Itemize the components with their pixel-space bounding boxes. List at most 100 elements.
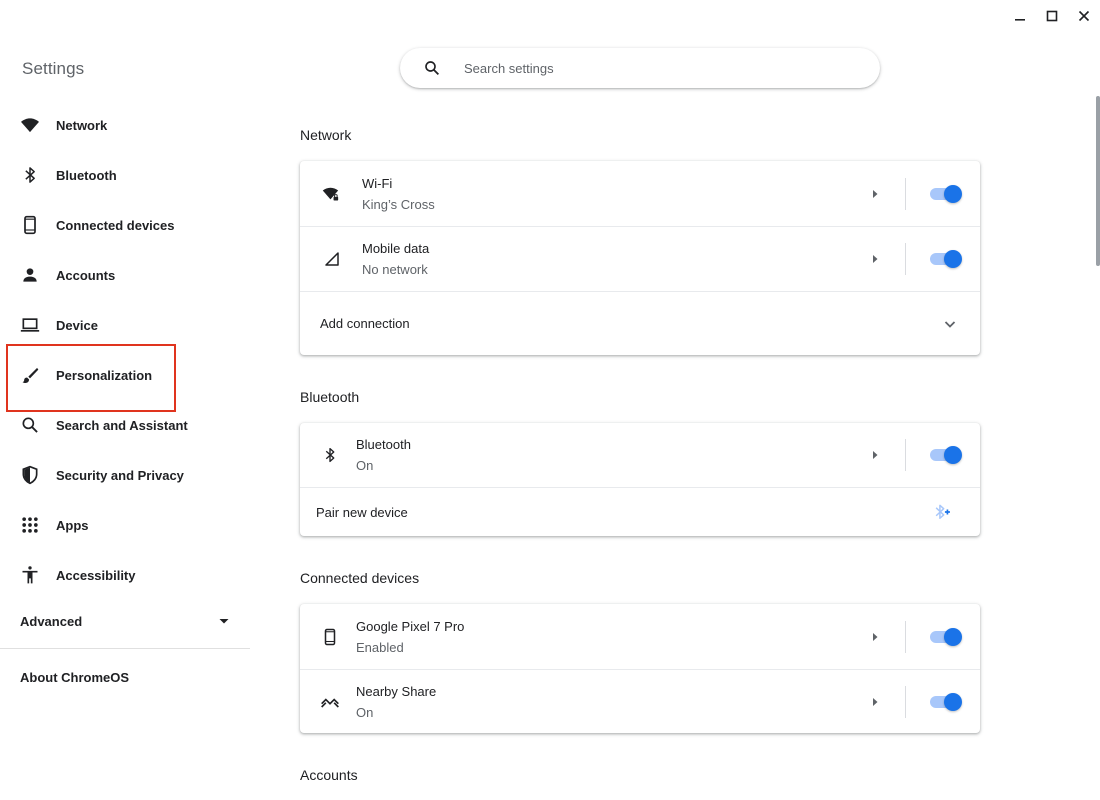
laptop-icon (20, 315, 40, 335)
row-separator (905, 177, 906, 210)
sidebar-item-accounts[interactable]: Accounts (0, 250, 250, 300)
sidebar-item-security-privacy[interactable]: Security and Privacy (0, 450, 250, 500)
shield-icon (20, 465, 40, 485)
scrollbar-thumb[interactable] (1096, 96, 1100, 266)
sidebar-item-device[interactable]: Device (0, 300, 250, 350)
close-icon (1078, 10, 1090, 22)
arrow-right-icon[interactable] (865, 627, 885, 647)
advanced-toggle[interactable]: Advanced (0, 600, 250, 642)
wifi-toggle[interactable] (928, 184, 962, 204)
chevron-down-icon[interactable] (940, 314, 960, 334)
sidebar-item-label: Device (56, 317, 98, 333)
mobile-data-text: Mobile data No network (362, 241, 865, 277)
arrow-right-icon[interactable] (865, 445, 885, 465)
connected-devices-card: Google Pixel 7 Pro Enabled Nearby Share … (300, 604, 980, 733)
bluetooth-text: Bluetooth On (356, 437, 865, 473)
wifi-network-name: King’s Cross (362, 196, 435, 212)
sidebar-divider (0, 648, 250, 649)
nearby-share-status: On (356, 704, 374, 720)
phone-icon (20, 215, 40, 235)
add-connection-label: Add connection (320, 316, 410, 331)
bluetooth-add-icon[interactable] (932, 502, 952, 522)
minimize-button[interactable] (1004, 0, 1036, 32)
accessibility-icon (20, 565, 40, 585)
bluetooth-title: Bluetooth (356, 437, 411, 452)
arrow-right-icon[interactable] (865, 184, 885, 204)
network-card: Wi-Fi King’s Cross Mobile data No networ… (300, 161, 980, 355)
search-box[interactable] (400, 48, 880, 88)
mobile-data-row[interactable]: Mobile data No network (300, 226, 980, 291)
pair-device-text: Pair new device (300, 505, 932, 520)
sidebar-item-accessibility[interactable]: Accessibility (0, 550, 250, 600)
row-separator (905, 685, 906, 718)
sidebar-item-about[interactable]: About ChromeOS (20, 670, 129, 685)
close-button[interactable] (1068, 0, 1100, 32)
sidebar-item-personalization[interactable]: Personalization (0, 344, 250, 412)
window-controls (1004, 0, 1100, 32)
phone-row[interactable]: Google Pixel 7 Pro Enabled (300, 604, 980, 669)
wifi-text: Wi-Fi King’s Cross (362, 176, 865, 212)
row-separator (905, 439, 906, 471)
phone-text: Google Pixel 7 Pro Enabled (356, 619, 865, 655)
phone-status: Enabled (356, 639, 404, 655)
sidebar-item-bluetooth[interactable]: Bluetooth (0, 150, 250, 200)
caret-down-icon (212, 615, 236, 627)
sidebar-item-connected-devices[interactable]: Connected devices (0, 200, 250, 250)
maximize-button[interactable] (1036, 0, 1068, 32)
mobile-signal-icon (322, 249, 342, 269)
nearby-share-title: Nearby Share (356, 683, 437, 699)
maximize-icon (1046, 10, 1058, 22)
arrow-right-icon[interactable] (865, 249, 885, 269)
wifi-title: Wi-Fi (362, 175, 393, 191)
phone-title: Google Pixel 7 Pro (356, 618, 465, 634)
pair-device-row[interactable]: Pair new device (300, 487, 980, 536)
mobile-data-title: Mobile data (362, 241, 430, 256)
sidebar-item-label: Network (56, 117, 108, 133)
sidebar-item-label: Accounts (56, 267, 116, 283)
bluetooth-toggle[interactable] (928, 445, 962, 465)
section-title-bluetooth: Bluetooth (300, 389, 360, 405)
bluetooth-card: Bluetooth On Pair new device (300, 423, 980, 536)
section-title-connected-devices: Connected devices (300, 570, 420, 586)
wifi-row[interactable]: Wi-Fi King’s Cross (300, 161, 980, 226)
section-title-network: Network (300, 127, 352, 143)
wifi-icon (20, 115, 40, 135)
nearby-share-icon (320, 692, 340, 712)
app-title: Settings (22, 59, 85, 78)
sidebar-item-label: Bluetooth (56, 167, 117, 183)
minimize-icon (1015, 19, 1025, 21)
sidebar-item-network[interactable]: Network (0, 100, 250, 150)
search-input[interactable] (464, 60, 844, 76)
sidebar-item-apps[interactable]: Apps (0, 500, 250, 550)
search-icon (20, 415, 40, 435)
section-title-accounts: Accounts (300, 767, 358, 783)
sidebar: Settings Network Bluetooth Connected dev… (0, 0, 250, 800)
mobile-data-toggle[interactable] (928, 249, 962, 269)
phone-toggle[interactable] (928, 627, 962, 647)
bluetooth-status: On (356, 458, 374, 473)
sidebar-item-label: Accessibility (56, 567, 136, 583)
apps-grid-icon (20, 515, 40, 535)
advanced-label: Advanced (20, 613, 83, 629)
phone-icon (320, 627, 340, 647)
search-icon (422, 58, 442, 78)
sidebar-item-label: Connected devices (56, 217, 175, 233)
person-icon (20, 265, 40, 285)
sidebar-item-label: Apps (56, 517, 89, 533)
brush-icon (20, 365, 40, 385)
arrow-right-icon[interactable] (865, 692, 885, 712)
sidebar-item-label: Personalization (56, 367, 153, 383)
sidebar-item-label: Security and Privacy (56, 467, 184, 483)
bluetooth-icon (320, 445, 340, 465)
nearby-share-toggle[interactable] (928, 692, 962, 712)
add-connection-row[interactable]: Add connection (300, 291, 980, 355)
pair-device-label: Pair new device (316, 504, 408, 520)
row-separator (905, 243, 906, 275)
bluetooth-row[interactable]: Bluetooth On (300, 423, 980, 487)
sidebar-item-search-assistant[interactable]: Search and Assistant (0, 400, 250, 450)
mobile-data-status: No network (362, 262, 428, 277)
sidebar-nav: Network Bluetooth Connected devices Acco… (0, 100, 250, 600)
nearby-share-text: Nearby Share On (356, 684, 865, 720)
nearby-share-row[interactable]: Nearby Share On (300, 669, 980, 733)
sidebar-item-label: Search and Assistant (56, 417, 188, 433)
